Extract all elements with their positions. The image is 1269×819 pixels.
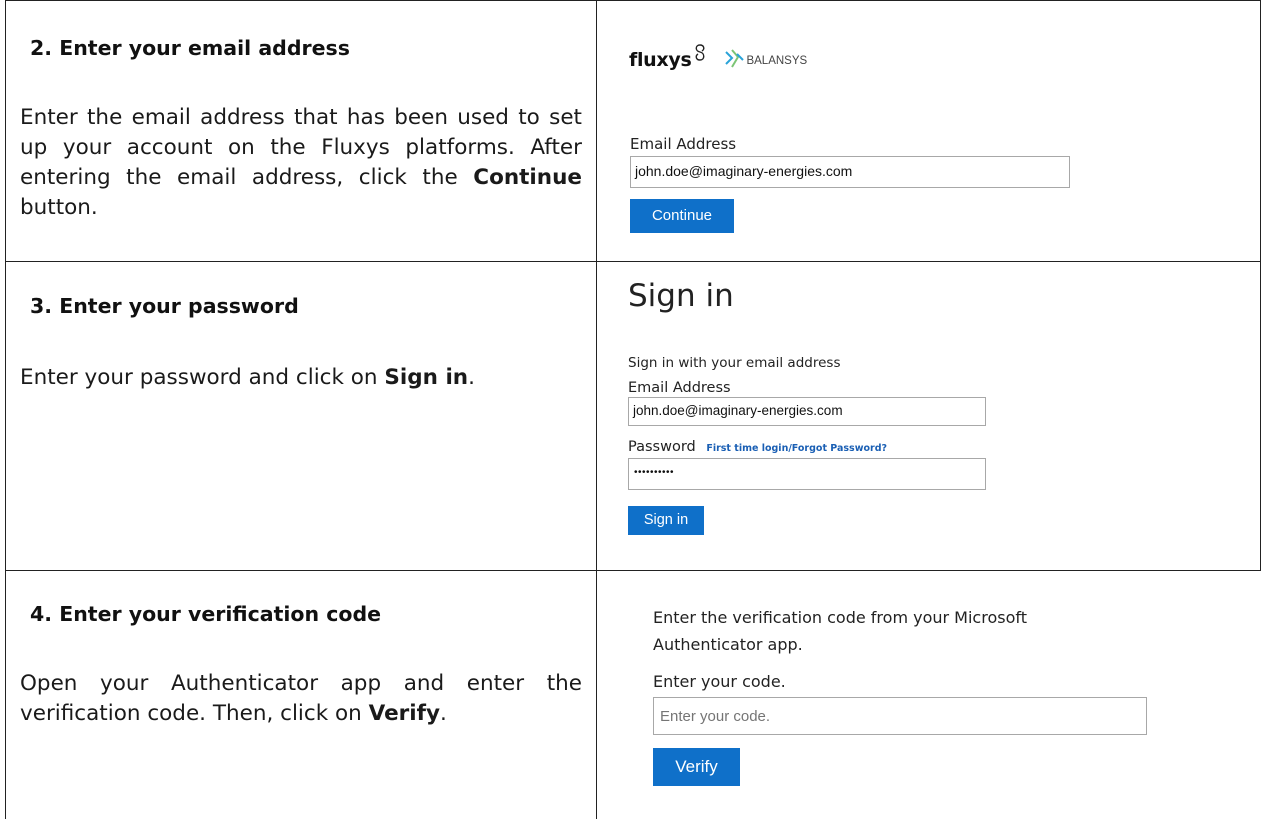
step-screenshot-cell: Sign in Sign in with your email address … — [596, 261, 1261, 571]
email-label: Email Address — [628, 380, 731, 396]
verify-button[interactable]: Verify — [653, 748, 740, 786]
sign-in-button[interactable]: Sign in — [628, 506, 704, 535]
step-text-part: . — [468, 365, 475, 390]
verification-instruction: Enter the verification code from your Mi… — [653, 608, 1027, 654]
step-screenshot-cell: Enter the verification code from your Mi… — [596, 570, 1261, 819]
step-text-bold: Sign in — [384, 365, 469, 390]
brand-logos: fluxys BALANSYS — [629, 43, 807, 71]
step-description-cell: 3. Enter your password Enter your passwo… — [5, 261, 597, 571]
step-title: 4. Enter your verification code — [30, 602, 382, 626]
forgot-password-link[interactable]: First time login/Forgot Password? — [706, 443, 887, 454]
step-text-part: button. — [20, 195, 98, 220]
email-label: Email Address — [630, 135, 737, 153]
balansys-wordmark: BALANSYS — [746, 55, 808, 67]
step-title: 2. Enter your email address — [30, 36, 350, 60]
step-text-part: Open your Authenticator app and enter th… — [20, 671, 582, 726]
step-text-bold: Verify — [368, 701, 440, 726]
step-description-cell: 4. Enter your verification code Open you… — [5, 570, 597, 819]
step-screenshot-cell: fluxys BALANSYS Email Address john.doe@i… — [596, 0, 1261, 262]
fluxys-swirl-icon — [696, 44, 705, 61]
step-text: Enter your password and click on Sign in… — [20, 363, 582, 393]
password-input[interactable]: •••••••••• — [628, 458, 986, 490]
sign-in-subheading: Sign in with your email address — [628, 355, 841, 371]
password-label-row: Password First time login/Forgot Passwor… — [628, 439, 887, 455]
step-text-part: Enter your password and click on — [20, 365, 385, 390]
fluxys-logo: fluxys — [629, 49, 692, 71]
step-title: 3. Enter your password — [30, 294, 299, 318]
continue-button[interactable]: Continue — [630, 199, 734, 233]
step-text: Enter the email address that has been us… — [20, 103, 582, 223]
step-row: 4. Enter your verification code Open you… — [5, 570, 1261, 819]
step-description-cell: 2. Enter your email address Enter the em… — [5, 0, 597, 262]
password-label: Password — [628, 439, 696, 455]
step-row: 3. Enter your password Enter your passwo… — [5, 261, 1261, 571]
step-text-part: . — [440, 701, 447, 726]
code-label: Enter your code. — [653, 672, 786, 691]
verification-code-input[interactable] — [653, 697, 1147, 735]
email-input[interactable]: john.doe@imaginary-energies.com — [628, 397, 986, 426]
email-input[interactable]: john.doe@imaginary-energies.com — [630, 156, 1070, 188]
step-text: Open your Authenticator app and enter th… — [20, 669, 582, 729]
step-row: 2. Enter your email address Enter the em… — [5, 0, 1261, 262]
step-text-bold: Continue — [473, 165, 582, 190]
sign-in-heading: Sign in — [628, 278, 734, 314]
balansys-logo-icon — [725, 49, 745, 68]
instructions-table: 2. Enter your email address Enter the em… — [5, 0, 1261, 819]
